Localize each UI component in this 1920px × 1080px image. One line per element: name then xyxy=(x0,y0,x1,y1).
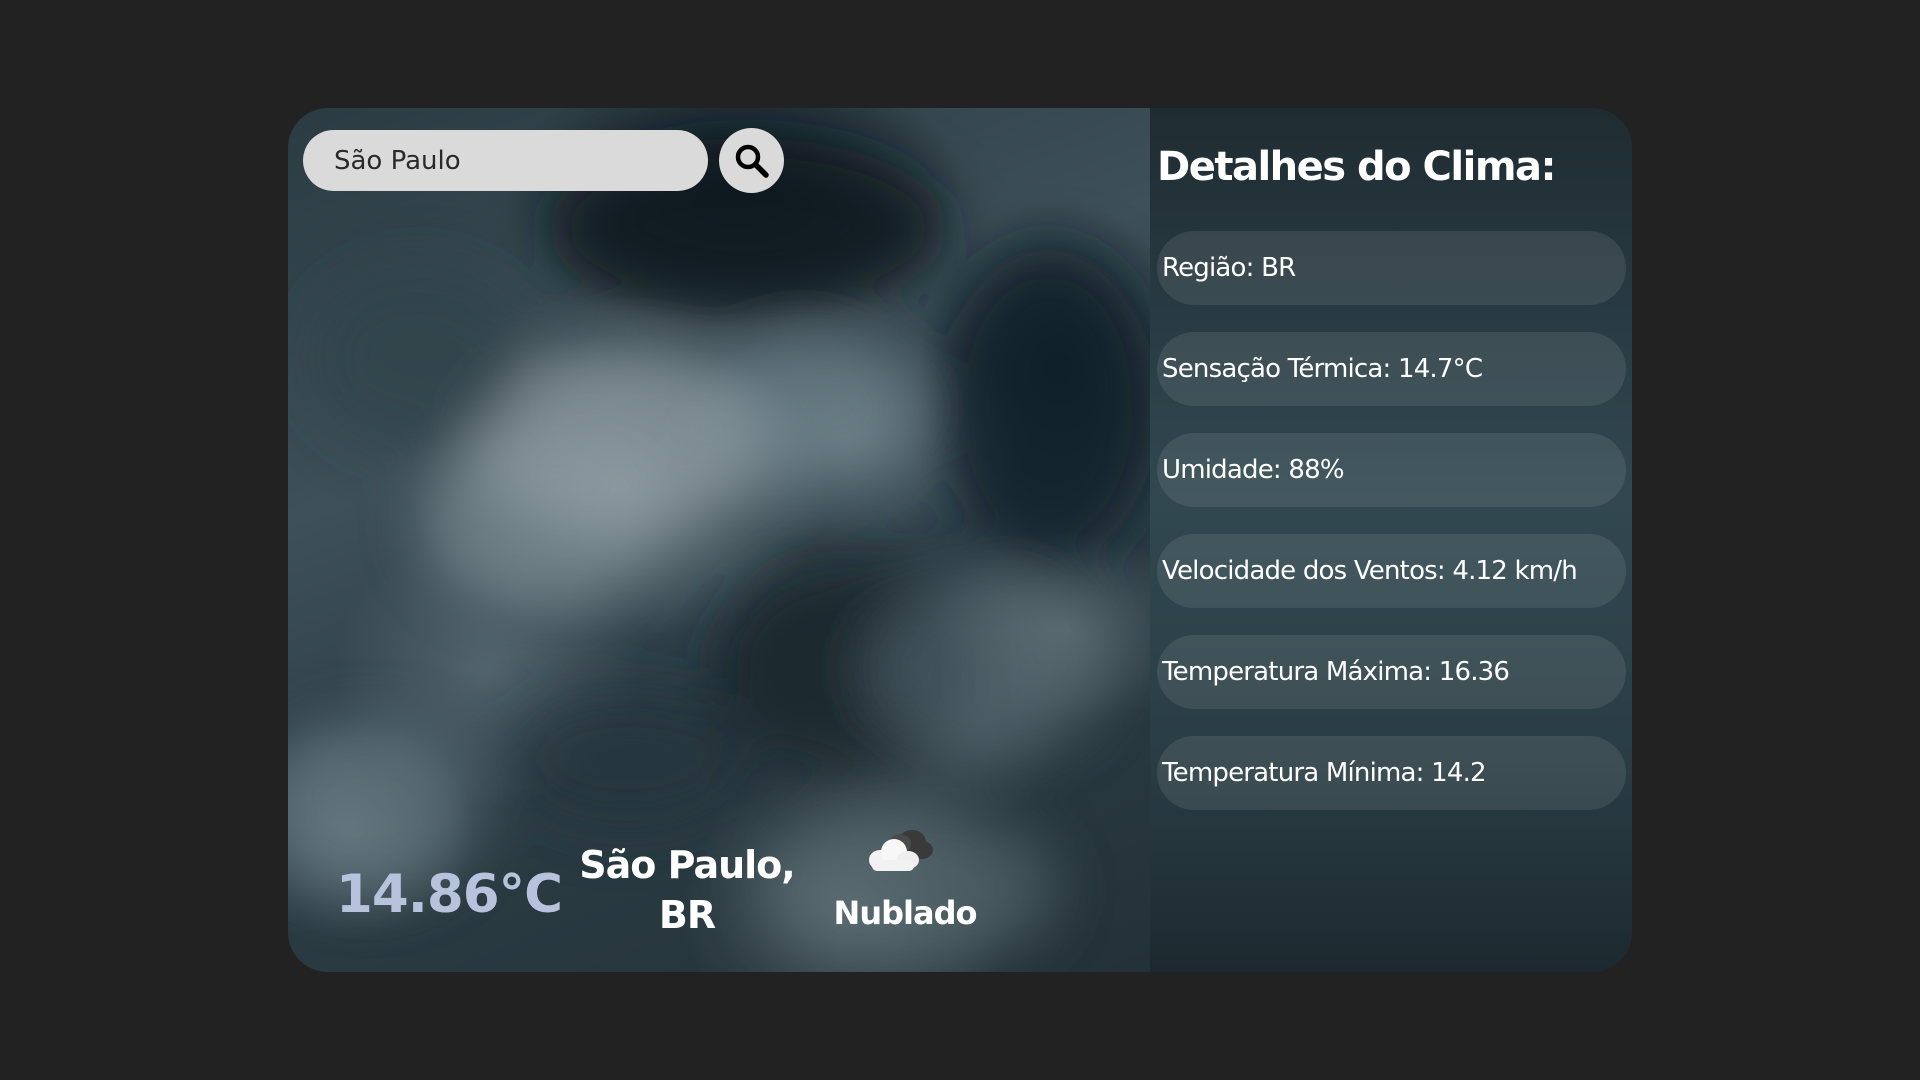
city-name-line2: BR xyxy=(658,893,716,937)
weather-condition: Nublado xyxy=(830,812,980,972)
search-icon xyxy=(735,144,769,178)
city-name-line1: São Paulo, xyxy=(579,843,795,887)
detail-item-wind-speed: Velocidade dos Ventos: 4.12 km/h xyxy=(1157,534,1626,608)
condition-label: Nublado xyxy=(833,894,978,932)
current-weather-summary: 14.86°C São Paulo, BR Nublado xyxy=(288,812,1150,972)
city-search-input[interactable] xyxy=(303,130,708,191)
cloud-icon xyxy=(869,830,933,871)
detail-item-max-temperature: Temperatura Máxima: 16.36 xyxy=(1157,635,1626,709)
current-temperature: 14.86°C xyxy=(336,864,563,925)
details-title: Detalhes do Clima: xyxy=(1157,144,1556,190)
detail-item-region: Região: BR xyxy=(1157,231,1626,305)
weather-background-panel: 14.86°C São Paulo, BR Nublado xyxy=(288,108,1150,972)
weather-card: 14.86°C São Paulo, BR Nublado Detalhe xyxy=(288,108,1632,972)
detail-item-min-temperature: Temperatura Mínima: 14.2 xyxy=(1157,736,1626,810)
search-bar xyxy=(303,128,784,193)
detail-item-feels-like: Sensação Térmica: 14.7°C xyxy=(1157,332,1626,406)
detail-item-humidity: Umidade: 88% xyxy=(1157,433,1626,507)
search-button[interactable] xyxy=(719,128,784,193)
city-name: São Paulo, BR xyxy=(572,840,802,940)
details-list: Região: BR Sensação Térmica: 14.7°C Umid… xyxy=(1157,231,1626,837)
weather-details-panel: Detalhes do Clima: Região: BR Sensação T… xyxy=(1150,108,1632,972)
